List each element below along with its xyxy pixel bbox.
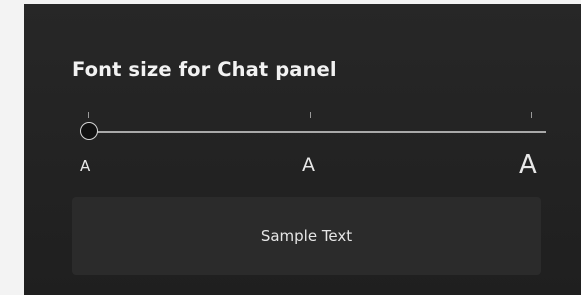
slider-track[interactable] — [88, 131, 546, 133]
font-size-label-medium: A — [302, 154, 315, 176]
sample-text: Sample Text — [260, 227, 353, 245]
chat-font-size-panel: Font size for Chat panel A A A Sample Te… — [24, 4, 581, 295]
sample-text-preview: Sample Text — [72, 197, 541, 275]
font-size-label-large: A — [519, 150, 537, 180]
slider-tick-small — [88, 112, 89, 118]
slider-tick-medium — [310, 112, 311, 118]
font-size-label-small: A — [80, 157, 91, 175]
section-title: Font size for Chat panel — [72, 58, 337, 81]
slider-thumb[interactable] — [80, 122, 98, 140]
slider-tick-large — [531, 112, 532, 118]
